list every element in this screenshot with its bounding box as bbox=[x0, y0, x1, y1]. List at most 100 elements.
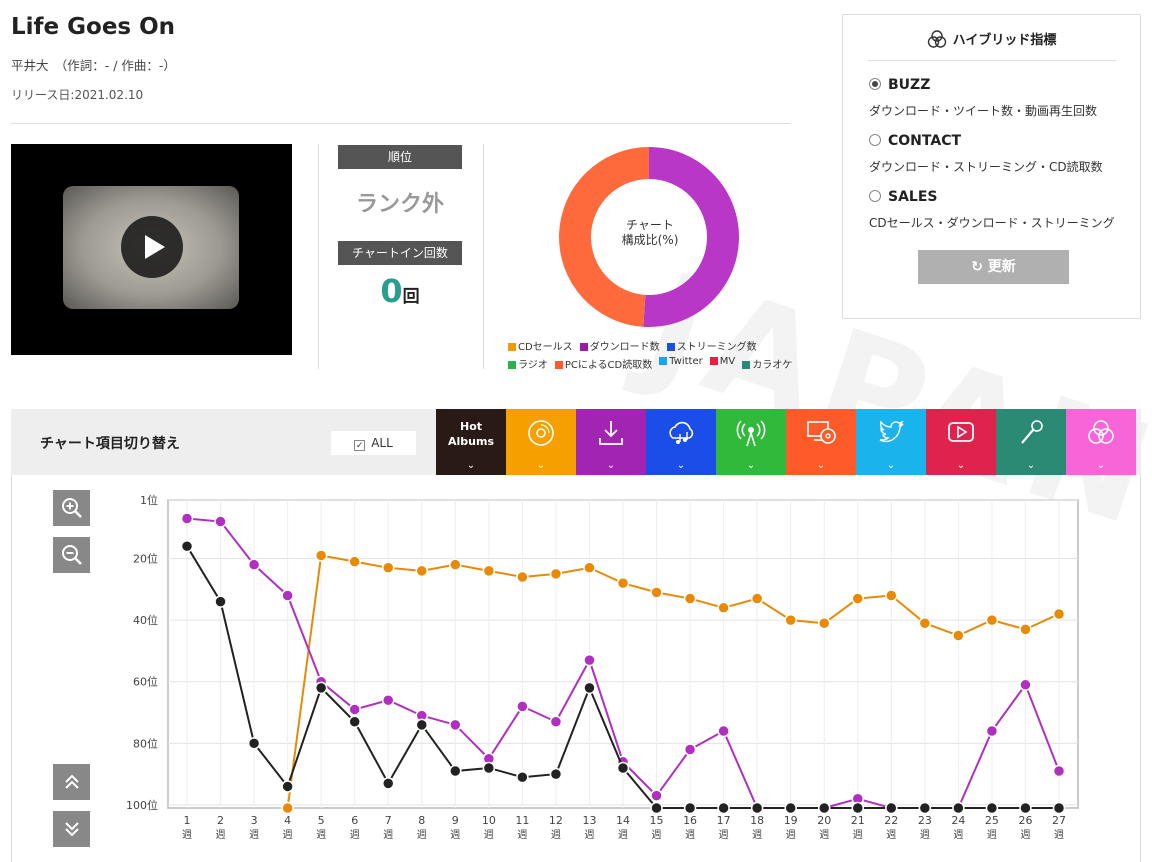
series-point-0[interactable] bbox=[449, 558, 462, 571]
series-point-2[interactable] bbox=[214, 595, 227, 608]
series-point-1[interactable] bbox=[1052, 764, 1066, 778]
series-point-2[interactable] bbox=[616, 761, 630, 775]
series-point-2[interactable] bbox=[516, 770, 529, 784]
series-point-1[interactable] bbox=[214, 515, 227, 528]
series-point-0[interactable] bbox=[348, 555, 361, 568]
series-point-2[interactable] bbox=[683, 801, 697, 815]
series-point-0[interactable] bbox=[1052, 607, 1066, 621]
scroll-up-button[interactable] bbox=[53, 764, 90, 800]
series-point-2[interactable] bbox=[885, 801, 898, 815]
scroll-down-button[interactable] bbox=[53, 811, 90, 847]
series-point-0[interactable] bbox=[683, 592, 697, 605]
zoom-in-button[interactable] bbox=[53, 490, 90, 526]
hybrid-title-text: ハイブリッド指標 bbox=[952, 33, 1057, 48]
series-point-0[interactable] bbox=[281, 801, 294, 815]
series-point-0[interactable] bbox=[650, 586, 663, 599]
series-point-2[interactable] bbox=[549, 767, 563, 781]
legend-swatch bbox=[666, 343, 675, 351]
series-point-0[interactable] bbox=[952, 629, 965, 642]
video-thumbnail[interactable] bbox=[11, 144, 292, 355]
all-checkbox[interactable]: ✓ ALL bbox=[331, 431, 416, 455]
tab-youtube[interactable]: ⌄ bbox=[926, 409, 996, 475]
zoom-out-button[interactable] bbox=[53, 537, 90, 573]
series-point-1[interactable] bbox=[985, 724, 999, 738]
tab-streaming[interactable]: ⌄ bbox=[646, 409, 716, 475]
series-point-0[interactable] bbox=[314, 549, 328, 562]
series-point-1[interactable] bbox=[449, 718, 462, 732]
series-point-2[interactable] bbox=[247, 737, 261, 750]
option-contact[interactable]: CONTACT bbox=[869, 133, 961, 149]
series-point-1[interactable] bbox=[180, 512, 194, 525]
series-point-2[interactable] bbox=[918, 801, 932, 815]
series-point-2[interactable] bbox=[851, 801, 865, 815]
hybrid-icon bbox=[1088, 420, 1114, 444]
radio-sales[interactable] bbox=[869, 190, 881, 202]
series-point-2[interactable] bbox=[583, 681, 596, 695]
tab-karaoke[interactable]: ⌄ bbox=[996, 409, 1066, 475]
series-point-1[interactable] bbox=[683, 743, 697, 756]
series-point-0[interactable] bbox=[918, 616, 932, 630]
series-point-2[interactable] bbox=[381, 777, 395, 790]
series-point-2[interactable] bbox=[817, 801, 831, 815]
series-point-2[interactable] bbox=[784, 801, 797, 815]
play-icon[interactable] bbox=[121, 216, 183, 278]
series-point-1[interactable] bbox=[549, 715, 563, 729]
tab-radio[interactable]: ⌄ bbox=[716, 409, 786, 475]
series-point-1[interactable] bbox=[516, 700, 529, 713]
series-point-2[interactable] bbox=[281, 780, 294, 793]
series-point-2[interactable] bbox=[482, 761, 496, 775]
series-point-0[interactable] bbox=[784, 613, 797, 627]
series-point-2[interactable] bbox=[650, 801, 663, 815]
series-point-2[interactable] bbox=[985, 801, 999, 815]
series-point-2[interactable] bbox=[750, 801, 764, 815]
series-point-2[interactable] bbox=[1019, 801, 1032, 815]
chevron-down-icon: ⌄ bbox=[1096, 460, 1106, 471]
series-point-2[interactable] bbox=[952, 801, 965, 815]
series-point-2[interactable] bbox=[415, 718, 429, 732]
series-point-1[interactable] bbox=[650, 789, 663, 802]
series-point-1[interactable] bbox=[717, 724, 730, 738]
radio-contact[interactable] bbox=[869, 134, 881, 146]
series-point-0[interactable] bbox=[750, 592, 764, 605]
tab-hybrid[interactable]: ⌄ bbox=[1066, 409, 1136, 475]
series-point-0[interactable] bbox=[885, 589, 898, 602]
legend-swatch bbox=[742, 361, 751, 369]
series-point-0[interactable] bbox=[985, 613, 999, 627]
option-sales[interactable]: SALES bbox=[869, 189, 938, 205]
series-point-0[interactable] bbox=[717, 601, 730, 615]
tab-pc-cd[interactable]: ⌄ bbox=[786, 409, 856, 475]
series-point-0[interactable] bbox=[1019, 623, 1032, 636]
chart-type-tabs: Hot Albums ⌄ ⌄ ⌄ ⌄ ⌄ ⌄ ⌄ ⌄ ⌄ ⌄ bbox=[436, 409, 1136, 475]
series-point-0[interactable] bbox=[851, 592, 865, 605]
tab-download[interactable]: ⌄ bbox=[576, 409, 646, 475]
series-point-2[interactable] bbox=[717, 801, 730, 815]
series-point-2[interactable] bbox=[314, 681, 328, 695]
series-point-1[interactable] bbox=[247, 558, 261, 571]
checkbox-icon[interactable]: ✓ bbox=[354, 440, 366, 451]
series-point-0[interactable] bbox=[381, 561, 395, 575]
series-point-0[interactable] bbox=[817, 616, 831, 630]
x-tick-label: 27 bbox=[1052, 814, 1066, 827]
series-point-1[interactable] bbox=[1019, 678, 1032, 692]
series-point-0[interactable] bbox=[549, 567, 563, 581]
series-point-2[interactable] bbox=[180, 539, 194, 553]
series-point-1[interactable] bbox=[381, 693, 395, 707]
tab-cd[interactable]: ⌄ bbox=[506, 409, 576, 475]
donut-center-line2: 構成比(%) bbox=[621, 233, 679, 247]
update-button[interactable]: ↻ 更新 bbox=[918, 250, 1069, 284]
series-point-2[interactable] bbox=[449, 764, 462, 778]
option-buzz[interactable]: BUZZ bbox=[869, 77, 930, 93]
series-point-2[interactable] bbox=[1052, 801, 1066, 815]
series-point-2[interactable] bbox=[348, 715, 361, 729]
series-point-1[interactable] bbox=[281, 589, 294, 602]
series-point-0[interactable] bbox=[482, 564, 496, 578]
series-point-0[interactable] bbox=[415, 564, 429, 578]
series-point-1[interactable] bbox=[583, 653, 596, 667]
radio-buzz[interactable] bbox=[869, 78, 881, 90]
tab-twitter[interactable]: ⌄ bbox=[856, 409, 926, 475]
series-point-0[interactable] bbox=[583, 561, 596, 575]
series-point-0[interactable] bbox=[516, 570, 529, 584]
tab-hot-albums[interactable]: Hot Albums ⌄ bbox=[436, 409, 506, 475]
series-point-1[interactable] bbox=[348, 703, 361, 716]
series-point-0[interactable] bbox=[616, 576, 630, 590]
